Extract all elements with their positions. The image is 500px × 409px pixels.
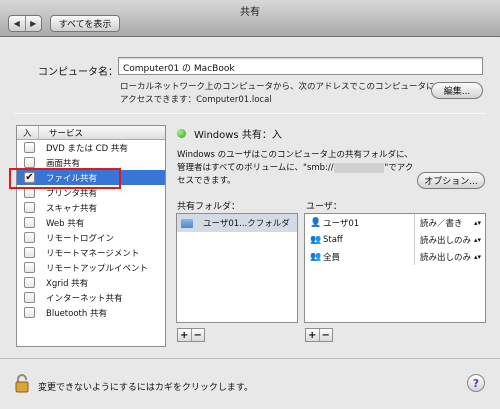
- services-list: 入 サービス DVD または CD 共有 画面共有 ✔ ファイル共有 プリンタ共有 スキャ…: [16, 125, 166, 347]
- permission-popup[interactable]: 読み出しのみ ▴▾: [414, 231, 485, 248]
- service-checkbox[interactable]: [24, 247, 35, 258]
- edit-button[interactable]: 編集...: [431, 82, 483, 99]
- everyone-icon: 👥: [310, 251, 322, 262]
- permission-label: 読み出しのみ: [420, 235, 472, 246]
- column-service-header[interactable]: サービス: [39, 127, 83, 139]
- service-row[interactable]: リモートマネージメント: [17, 245, 165, 260]
- description-line2: 管理者はすべてのボリュームに、"smb://xxx.xxx.xxx"でアク: [177, 163, 414, 173]
- popup-arrows-icon: ▴▾: [473, 252, 481, 261]
- options-button[interactable]: オプション...: [417, 172, 485, 189]
- service-row[interactable]: Xgrid 共有: [17, 275, 165, 290]
- service-checkbox[interactable]: [24, 157, 35, 168]
- permission-popup[interactable]: 読み／書き ▴▾: [414, 214, 485, 231]
- service-checkbox[interactable]: [24, 277, 35, 288]
- show-all-button[interactable]: すべてを表示: [50, 15, 120, 32]
- nav-buttons: ◀ ▶: [8, 15, 42, 32]
- service-label: Bluetooth 共有: [46, 308, 107, 319]
- user-row[interactable]: 👤 ユーザ01 読み／書き ▴▾: [305, 214, 485, 231]
- users-list: 👤 ユーザ01 読み／書き ▴▾ 👥 Staff 読み出しのみ ▴▾ 👥 全員 読み出しのみ ▴▾: [304, 213, 486, 323]
- lock-icon[interactable]: [15, 373, 29, 393]
- services-header: 入 サービス: [17, 126, 165, 140]
- shared-folders-label: 共有フォルダ：: [177, 202, 241, 212]
- group-icon: 👥: [310, 234, 322, 245]
- description-line1: Windows のユーザはこのコンピュータ上の共有フォルダに、: [177, 150, 413, 160]
- user-add-remove: + −: [305, 328, 333, 342]
- service-row[interactable]: Bluetooth 共有: [17, 305, 165, 320]
- popup-arrows-icon: ▴▾: [473, 235, 481, 244]
- column-on-header[interactable]: 入: [17, 126, 39, 139]
- single-user-icon: 👤: [310, 217, 322, 228]
- forward-button[interactable]: ▶: [24, 16, 42, 31]
- address-info-line1: ローカルネットワーク上のコンピュータから、次のアドレスでこのコンピュータに: [120, 82, 435, 92]
- address-info-line2: アクセスできます：Computer01.local: [120, 95, 272, 105]
- lock-message: 変更できないようにするにはカギをクリックします。: [38, 383, 254, 393]
- description-line3: セスできます。: [177, 176, 236, 186]
- service-row[interactable]: インターネット共有: [17, 290, 165, 305]
- service-checkbox[interactable]: [24, 202, 35, 213]
- folder-icon: [181, 218, 193, 228]
- service-label: Xgrid 共有: [46, 278, 89, 289]
- status-indicator-icon: [177, 129, 186, 138]
- folder-row[interactable]: ユーザ01...クフォルダ: [177, 214, 297, 232]
- user-row[interactable]: 👥 全員 読み出しのみ ▴▾: [305, 248, 485, 265]
- user-name: 全員: [323, 252, 341, 263]
- service-row[interactable]: DVD または CD 共有: [17, 140, 165, 155]
- service-label: リモートログイン: [46, 233, 115, 244]
- service-row[interactable]: リモートアップルイベント: [17, 260, 165, 275]
- service-label: Web 共有: [46, 218, 85, 229]
- remove-folder-button[interactable]: −: [190, 329, 205, 341]
- service-label: スキャナ共有: [46, 203, 98, 214]
- popup-arrows-icon: ▴▾: [473, 218, 481, 227]
- title-bar: 共有 ◀ ▶ すべてを表示: [0, 0, 500, 37]
- separator: [14, 113, 486, 114]
- help-button[interactable]: ?: [467, 374, 485, 392]
- users-label: ユーザ：: [306, 202, 342, 212]
- computer-name-field[interactable]: Computer01 の MacBook: [118, 57, 483, 75]
- service-checkbox[interactable]: [24, 217, 35, 228]
- service-label: リモートマネージメント: [46, 248, 140, 259]
- service-checkbox[interactable]: [24, 307, 35, 318]
- permission-label: 読み／書き: [420, 218, 463, 229]
- folder-name: ユーザ01...クフォルダ: [203, 219, 290, 229]
- service-status: Windows 共有：入: [177, 126, 282, 141]
- permission-label: 読み出しのみ: [420, 252, 472, 263]
- footer-separator: [0, 358, 500, 359]
- permission-popup[interactable]: 読み出しのみ ▴▾: [414, 248, 485, 265]
- user-row[interactable]: 👥 Staff 読み出しのみ ▴▾: [305, 231, 485, 248]
- service-checkbox[interactable]: [24, 262, 35, 273]
- service-label: DVD または CD 共有: [46, 143, 128, 154]
- remove-user-button[interactable]: −: [318, 329, 333, 341]
- service-row[interactable]: スキャナ共有: [17, 200, 165, 215]
- service-label: 画面共有: [46, 158, 81, 169]
- service-checkbox[interactable]: [24, 232, 35, 243]
- back-button[interactable]: ◀: [9, 16, 25, 31]
- redacted-address: xxx.xxx.xxx: [333, 163, 385, 173]
- computer-name-label: コンピュータ名：: [38, 67, 118, 78]
- folder-add-remove: + −: [177, 328, 205, 342]
- add-folder-button[interactable]: +: [178, 329, 191, 341]
- service-row[interactable]: リモートログイン: [17, 230, 165, 245]
- service-label: リモートアップルイベント: [46, 263, 149, 274]
- service-label: インターネット共有: [46, 293, 123, 304]
- status-text: Windows 共有：入: [194, 130, 282, 141]
- add-user-button[interactable]: +: [306, 329, 319, 341]
- service-row[interactable]: Web 共有: [17, 215, 165, 230]
- user-name: ユーザ01: [323, 218, 360, 229]
- shared-folders-list: ユーザ01...クフォルダ: [176, 213, 298, 323]
- user-name: Staff: [323, 234, 343, 245]
- highlight-annotation: [9, 168, 121, 189]
- service-checkbox[interactable]: [24, 292, 35, 303]
- service-checkbox[interactable]: [24, 142, 35, 153]
